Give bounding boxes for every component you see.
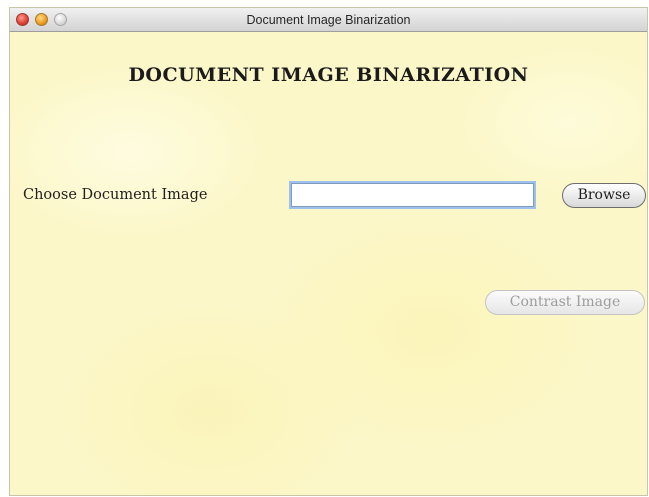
- document-path-input[interactable]: [291, 183, 534, 207]
- app-window: Document Image Binarization DOCUMENT IMA…: [10, 8, 647, 495]
- browse-button[interactable]: Browse: [562, 183, 646, 208]
- title-bar: Document Image Binarization: [10, 8, 647, 32]
- page-title: DOCUMENT IMAGE BINARIZATION: [128, 64, 529, 86]
- contrast-image-button[interactable]: Contrast Image: [485, 290, 645, 315]
- window-title: Document Image Binarization: [246, 13, 411, 27]
- main-panel: DOCUMENT IMAGE BINARIZATION Choose Docum…: [10, 32, 647, 495]
- choose-document-label: Choose Document Image: [23, 187, 208, 203]
